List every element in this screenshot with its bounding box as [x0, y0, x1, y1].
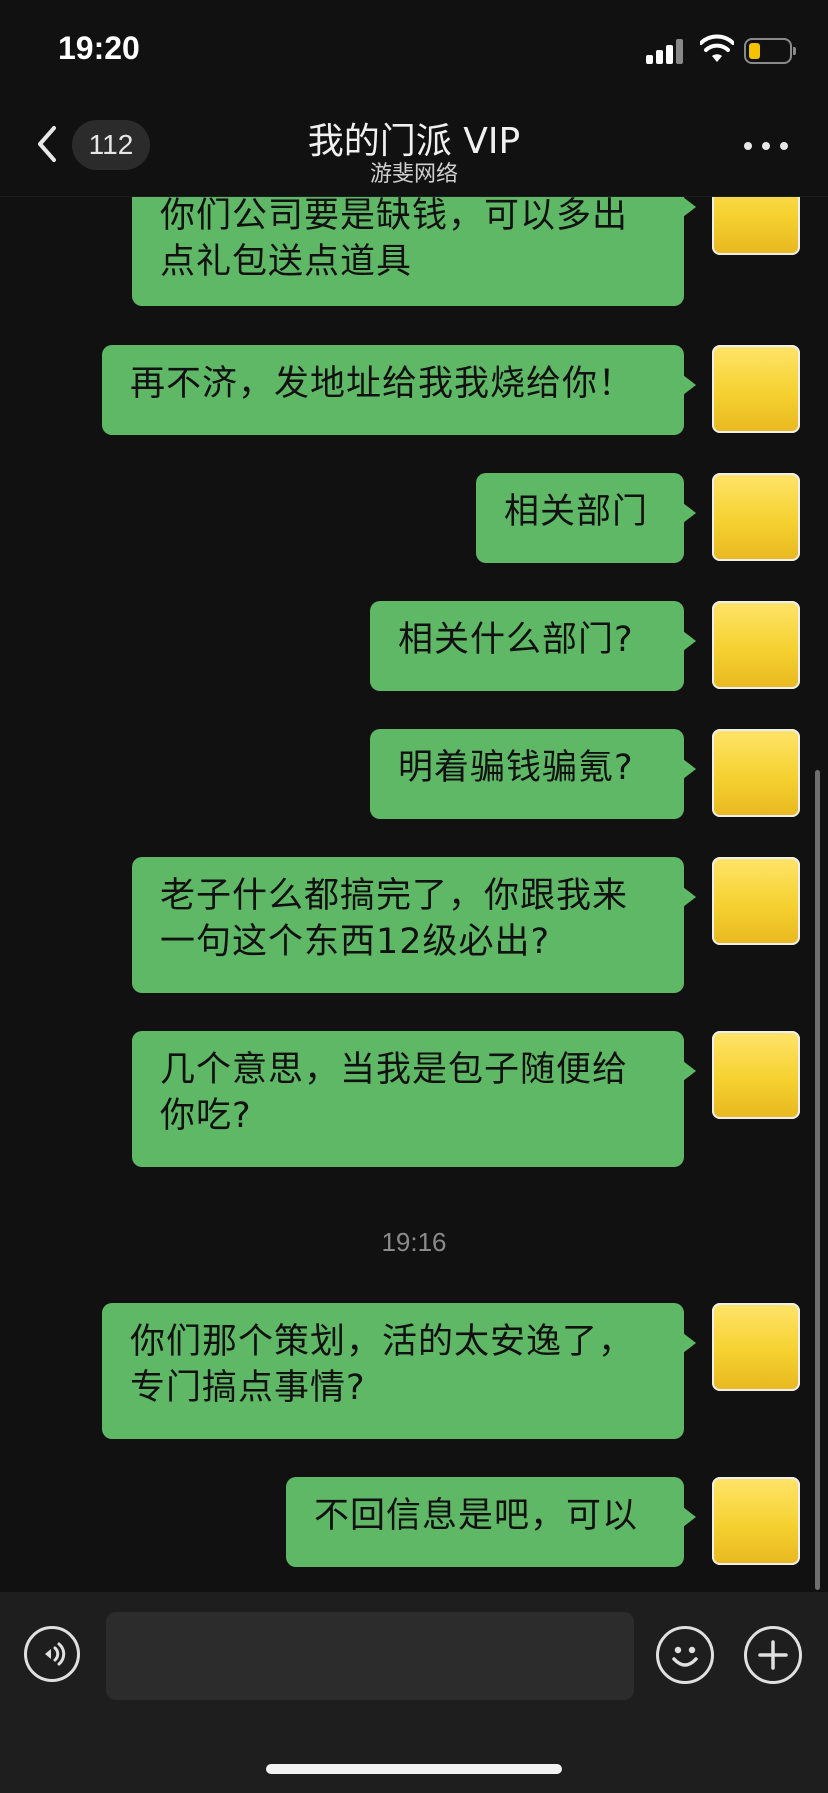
voice-input-icon[interactable] [24, 1626, 80, 1682]
message-text: 明着骗钱骗氪? [398, 748, 634, 788]
message-text: 专门搞点事情? [130, 1368, 366, 1408]
emoji-icon[interactable] [656, 1626, 714, 1684]
message-text: 一句这个东西12级必出? [160, 922, 551, 962]
message-text: 相关什么部门? [398, 620, 634, 660]
message-list[interactable]: 你们公司要是缺钱，可以多出 点礼包送点道具 再不济，发地址给我我烧给你！ 相关部… [0, 197, 828, 1592]
message-bubble[interactable]: 相关什么部门? [370, 601, 696, 691]
message-bubble[interactable]: 你们公司要是缺钱，可以多出 点礼包送点道具 [132, 197, 696, 306]
message-text: 几个意思，当我是包子随便给 [160, 1050, 629, 1090]
chat-subtitle: 游斐网络 [369, 162, 458, 187]
more-dots-icon[interactable] [744, 140, 788, 152]
status-bar: 19:20 [0, 0, 828, 100]
message-bubble[interactable]: 你们那个策划，活的太安逸了， 专门搞点事情? [102, 1303, 696, 1439]
timestamp: 19:16 [381, 1227, 447, 1257]
status-time: 19:20 [58, 30, 140, 66]
message-text: 老子什么都搞完了，你跟我来 [160, 876, 629, 916]
message-bubble[interactable]: 再不济，发地址给我我烧给你！ [102, 345, 696, 435]
home-indicator [266, 1764, 562, 1774]
message-text: 点礼包送点道具 [160, 242, 413, 282]
battery-icon [744, 38, 796, 64]
message-bubble[interactable]: 几个意思，当我是包子随便给 你吃? [132, 1031, 696, 1167]
message-text: 不回信息是吧，可以 [314, 1496, 639, 1536]
input-bar [0, 1592, 828, 1793]
wifi-icon [700, 34, 734, 62]
plus-icon[interactable] [744, 1626, 802, 1684]
avatar[interactable] [712, 601, 800, 689]
avatar[interactable] [712, 197, 800, 255]
chat-header: 112 我的门派 VIP 游斐网络 [0, 100, 828, 197]
avatar[interactable] [712, 857, 800, 945]
message-text: 你吃? [160, 1096, 252, 1136]
message-bubble[interactable]: 不回信息是吧，可以 [286, 1477, 696, 1567]
avatar[interactable] [712, 1031, 800, 1119]
avatar[interactable] [712, 1477, 800, 1565]
message-bubble[interactable]: 老子什么都搞完了，你跟我来 一句这个东西12级必出? [132, 857, 696, 993]
message-text: 再不济，发地址给我我烧给你！ [130, 364, 635, 404]
signal-icon [646, 38, 688, 64]
avatar[interactable] [712, 1303, 800, 1391]
scrollbar[interactable] [815, 770, 820, 1590]
message-text: 相关部门 [504, 492, 649, 532]
avatar[interactable] [712, 729, 800, 817]
message-text: 你们那个策划，活的太安逸了， [130, 1322, 635, 1362]
message-input[interactable] [106, 1612, 634, 1700]
avatar[interactable] [712, 473, 800, 561]
message-bubble[interactable]: 明着骗钱骗氪? [370, 729, 696, 819]
message-bubble[interactable]: 相关部门 [476, 473, 696, 563]
message-text: 你们公司要是缺钱，可以多出 [160, 197, 629, 236]
avatar[interactable] [712, 345, 800, 433]
